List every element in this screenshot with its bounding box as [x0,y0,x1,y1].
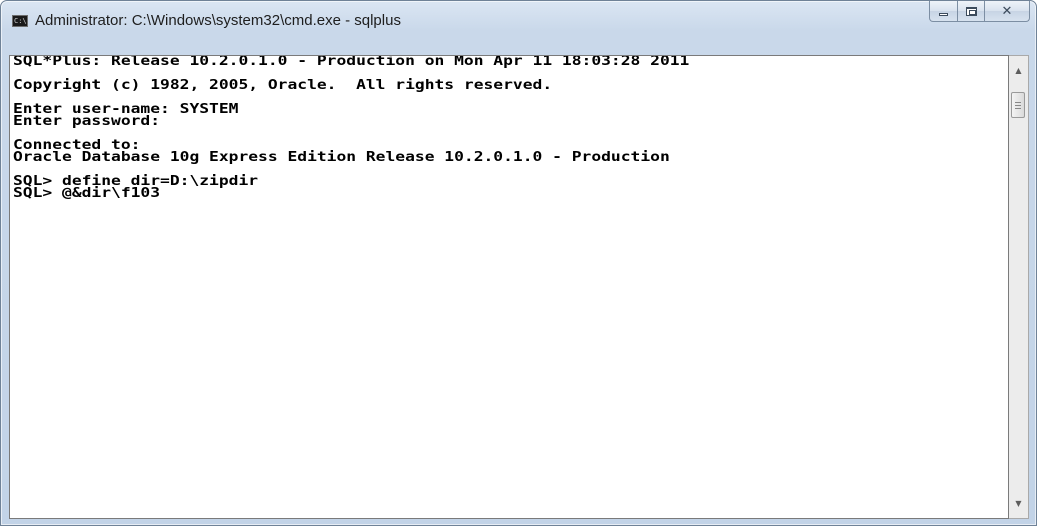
caption-buttons: ✕ [929,1,1030,23]
console-app-icon[interactable]: C:\ [12,15,28,27]
grip-icon [1015,101,1021,109]
scroll-up-arrow-icon[interactable]: ▲ [1009,62,1028,79]
close-button[interactable]: ✕ [985,1,1030,22]
window-title: Administrator: C:\Windows\system32\cmd.e… [35,12,401,29]
maximize-icon [965,6,977,16]
minimize-icon [939,12,948,16]
vertical-scrollbar[interactable]: ▲ ▼ [1009,55,1029,519]
console-line: SQL> @&dir\f103 [13,184,161,200]
close-icon: ✕ [1001,3,1013,19]
minimize-button[interactable] [929,1,958,22]
console-line: Oracle Database 10g Express Edition Rele… [13,148,670,164]
console-line: Enter password: [13,112,161,128]
maximize-button[interactable] [958,1,985,22]
console-output[interactable]: SQL*Plus: Release 10.2.0.1.0 - Productio… [9,55,1009,519]
scroll-thumb[interactable] [1011,92,1025,118]
scroll-down-arrow-icon[interactable]: ▼ [1009,495,1028,512]
console-line: SQL*Plus: Release 10.2.0.1.0 - Productio… [13,55,690,68]
title-bar[interactable]: C:\ Administrator: C:\Windows\system32\c… [1,1,1036,41]
console-text: SQL*Plus: Release 10.2.0.1.0 - Productio… [13,56,689,200]
cmd-window: C:\ Administrator: C:\Windows\system32\c… [0,0,1037,526]
console-line: Copyright (c) 1982, 2005, Oracle. All ri… [13,76,553,92]
